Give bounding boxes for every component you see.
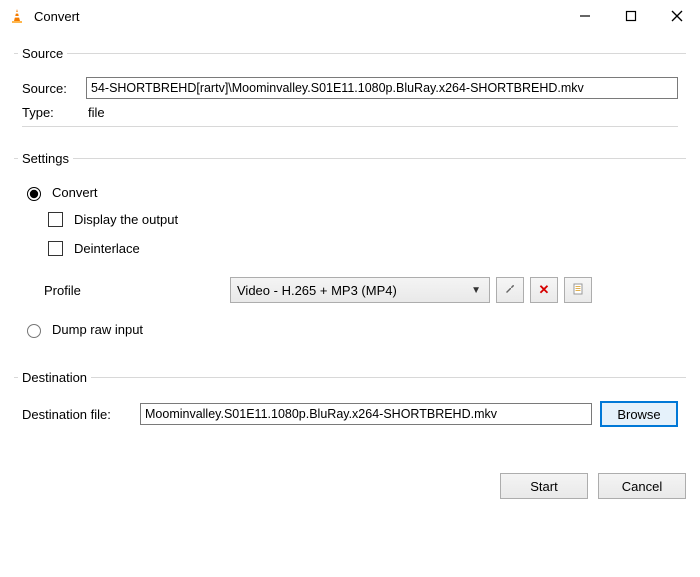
destination-legend: Destination bbox=[18, 370, 91, 385]
window-controls bbox=[562, 0, 700, 32]
type-value: file bbox=[86, 105, 105, 120]
cancel-label: Cancel bbox=[622, 479, 662, 494]
display-output-checkbox[interactable]: Display the output bbox=[44, 209, 678, 230]
profile-select[interactable]: Video - H.265 + MP3 (MP4) ▼ bbox=[230, 277, 490, 303]
browse-label: Browse bbox=[617, 407, 660, 422]
deinterlace-checkbox[interactable]: Deinterlace bbox=[44, 238, 678, 259]
destination-input[interactable] bbox=[140, 403, 592, 425]
document-icon bbox=[571, 282, 585, 299]
edit-profile-button[interactable] bbox=[496, 277, 524, 303]
type-label: Type: bbox=[22, 105, 78, 120]
source-label: Source: bbox=[22, 81, 78, 96]
close-button[interactable] bbox=[654, 0, 700, 32]
profile-value: Video - H.265 + MP3 (MP4) bbox=[237, 283, 397, 298]
wrench-icon bbox=[503, 282, 517, 299]
start-button[interactable]: Start bbox=[500, 473, 588, 499]
destination-label: Destination file: bbox=[22, 407, 132, 422]
new-profile-button[interactable] bbox=[564, 277, 592, 303]
browse-button[interactable]: Browse bbox=[600, 401, 678, 427]
settings-group: Settings Convert Display the output Dein… bbox=[14, 151, 686, 360]
dump-radio-input[interactable] bbox=[27, 324, 41, 338]
maximize-button[interactable] bbox=[608, 0, 654, 32]
convert-radio-label: Convert bbox=[52, 185, 98, 200]
source-legend: Source bbox=[18, 46, 67, 61]
titlebar: Convert bbox=[0, 0, 700, 32]
deinterlace-label: Deinterlace bbox=[74, 241, 140, 256]
convert-radio-input[interactable] bbox=[27, 187, 41, 201]
convert-radio[interactable]: Convert bbox=[22, 184, 678, 201]
settings-legend: Settings bbox=[18, 151, 73, 166]
dump-radio-label: Dump raw input bbox=[52, 322, 143, 337]
start-label: Start bbox=[530, 479, 557, 494]
dump-radio[interactable]: Dump raw input bbox=[22, 321, 678, 338]
destination-group: Destination Destination file: Browse bbox=[14, 370, 686, 447]
cancel-button[interactable]: Cancel bbox=[598, 473, 686, 499]
dialog-footer: Start Cancel bbox=[0, 469, 700, 499]
source-group: Source Source: Type: file bbox=[14, 46, 686, 141]
divider bbox=[22, 126, 678, 127]
chevron-down-icon: ▼ bbox=[471, 285, 481, 296]
vlc-cone-icon bbox=[8, 7, 26, 25]
display-output-checkbox-input[interactable] bbox=[48, 212, 63, 227]
window-title: Convert bbox=[34, 9, 562, 24]
display-output-label: Display the output bbox=[74, 212, 178, 227]
profile-label: Profile bbox=[44, 283, 224, 298]
deinterlace-checkbox-input[interactable] bbox=[48, 241, 63, 256]
dialog-content: Source Source: Type: file Settings Conve… bbox=[0, 32, 700, 467]
close-icon: ✕ bbox=[539, 282, 550, 298]
delete-profile-button[interactable]: ✕ bbox=[530, 277, 558, 303]
source-input[interactable] bbox=[86, 77, 678, 99]
minimize-button[interactable] bbox=[562, 0, 608, 32]
